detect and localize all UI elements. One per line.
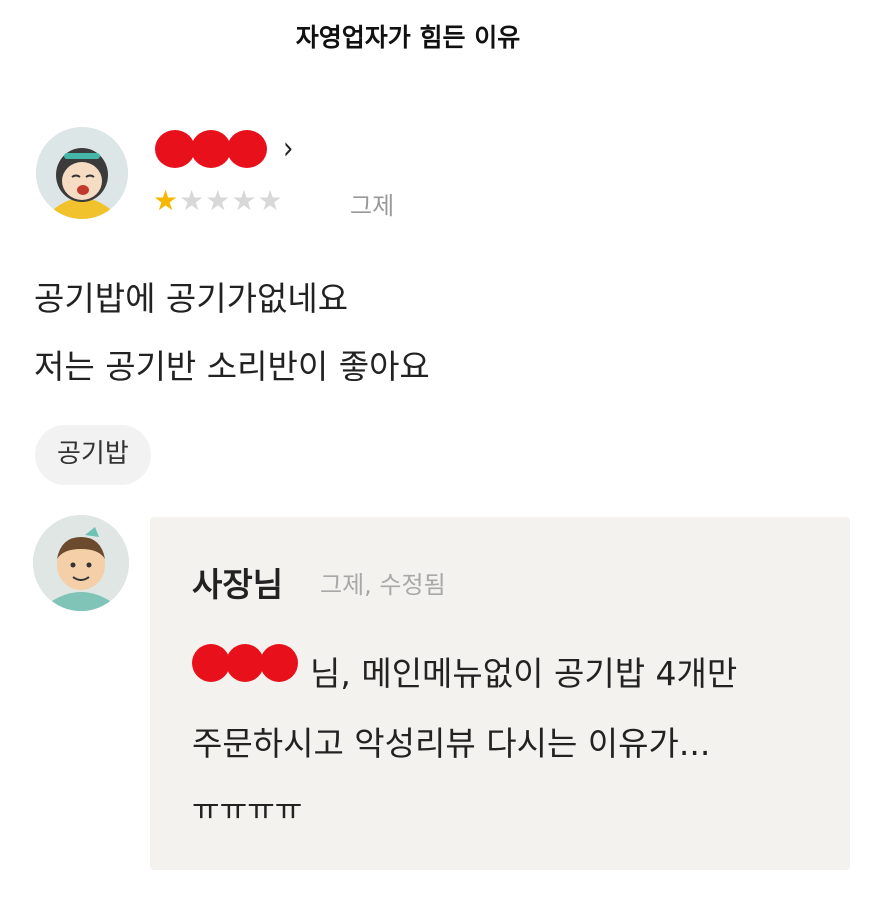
star-icon: ★ xyxy=(231,184,257,217)
review-text-line: 저는 공기반 소리반이 좋아요 xyxy=(34,347,430,386)
star-icon: ★ xyxy=(179,184,205,217)
review-text-line: 공기밥에 공기가없네요 xyxy=(34,279,349,318)
reviewer-name-redaction xyxy=(155,130,267,168)
post-title: 자영업자가 힘든 이유 xyxy=(295,23,521,52)
reply-name-redaction xyxy=(192,644,298,682)
rating-stars: ★ ★ ★ ★ ★ xyxy=(153,186,283,216)
star-icon: ★ xyxy=(205,184,231,217)
reply-text-line: ㅠㅠㅠㅠ xyxy=(192,793,303,828)
chevron-right-icon[interactable]: › xyxy=(283,131,293,167)
reply-date: 그제, 수정됨 xyxy=(320,571,446,599)
star-icon: ★ xyxy=(257,184,283,217)
reviewer-avatar-icon[interactable] xyxy=(36,127,128,219)
reply-text-line: 님, 메인메뉴없이 공기밥 4개만 xyxy=(310,654,738,693)
owner-avatar-icon[interactable] xyxy=(33,515,129,611)
reply-author: 사장님 xyxy=(192,565,284,604)
reply-text-line: 주문하시고 악성리뷰 다시는 이유가... xyxy=(192,724,711,763)
review-date: 그제 xyxy=(350,192,395,220)
menu-tag[interactable]: 공기밥 xyxy=(35,425,151,485)
star-icon: ★ xyxy=(153,184,179,217)
